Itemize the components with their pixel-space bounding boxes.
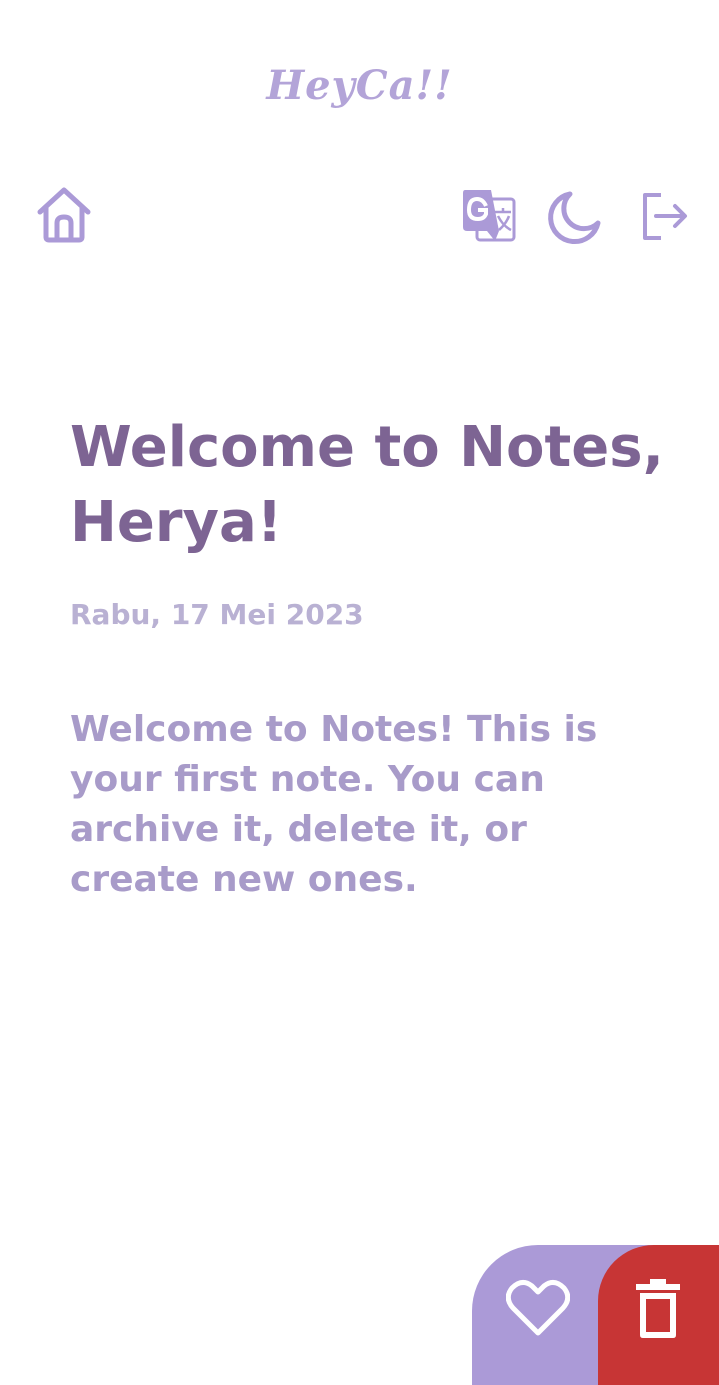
delete-button[interactable] — [598, 1245, 719, 1385]
home-button[interactable] — [32, 182, 96, 246]
translate-button[interactable] — [457, 186, 519, 248]
note-title: Welcome to Notes, Herya! — [70, 415, 664, 555]
translate-icon — [463, 190, 516, 242]
theme-toggle-button[interactable] — [546, 186, 608, 248]
moon-icon — [548, 191, 601, 245]
home-icon — [37, 187, 91, 243]
heart-icon — [506, 1280, 570, 1336]
note-date: Rabu, 17 Mei 2023 — [70, 598, 364, 631]
note-body: Welcome to Notes! This is your first not… — [70, 709, 598, 900]
trash-icon — [636, 1279, 680, 1338]
app-brand-title: HeyCa!! — [266, 62, 453, 109]
logout-button[interactable] — [634, 186, 696, 248]
logout-icon — [643, 193, 687, 240]
